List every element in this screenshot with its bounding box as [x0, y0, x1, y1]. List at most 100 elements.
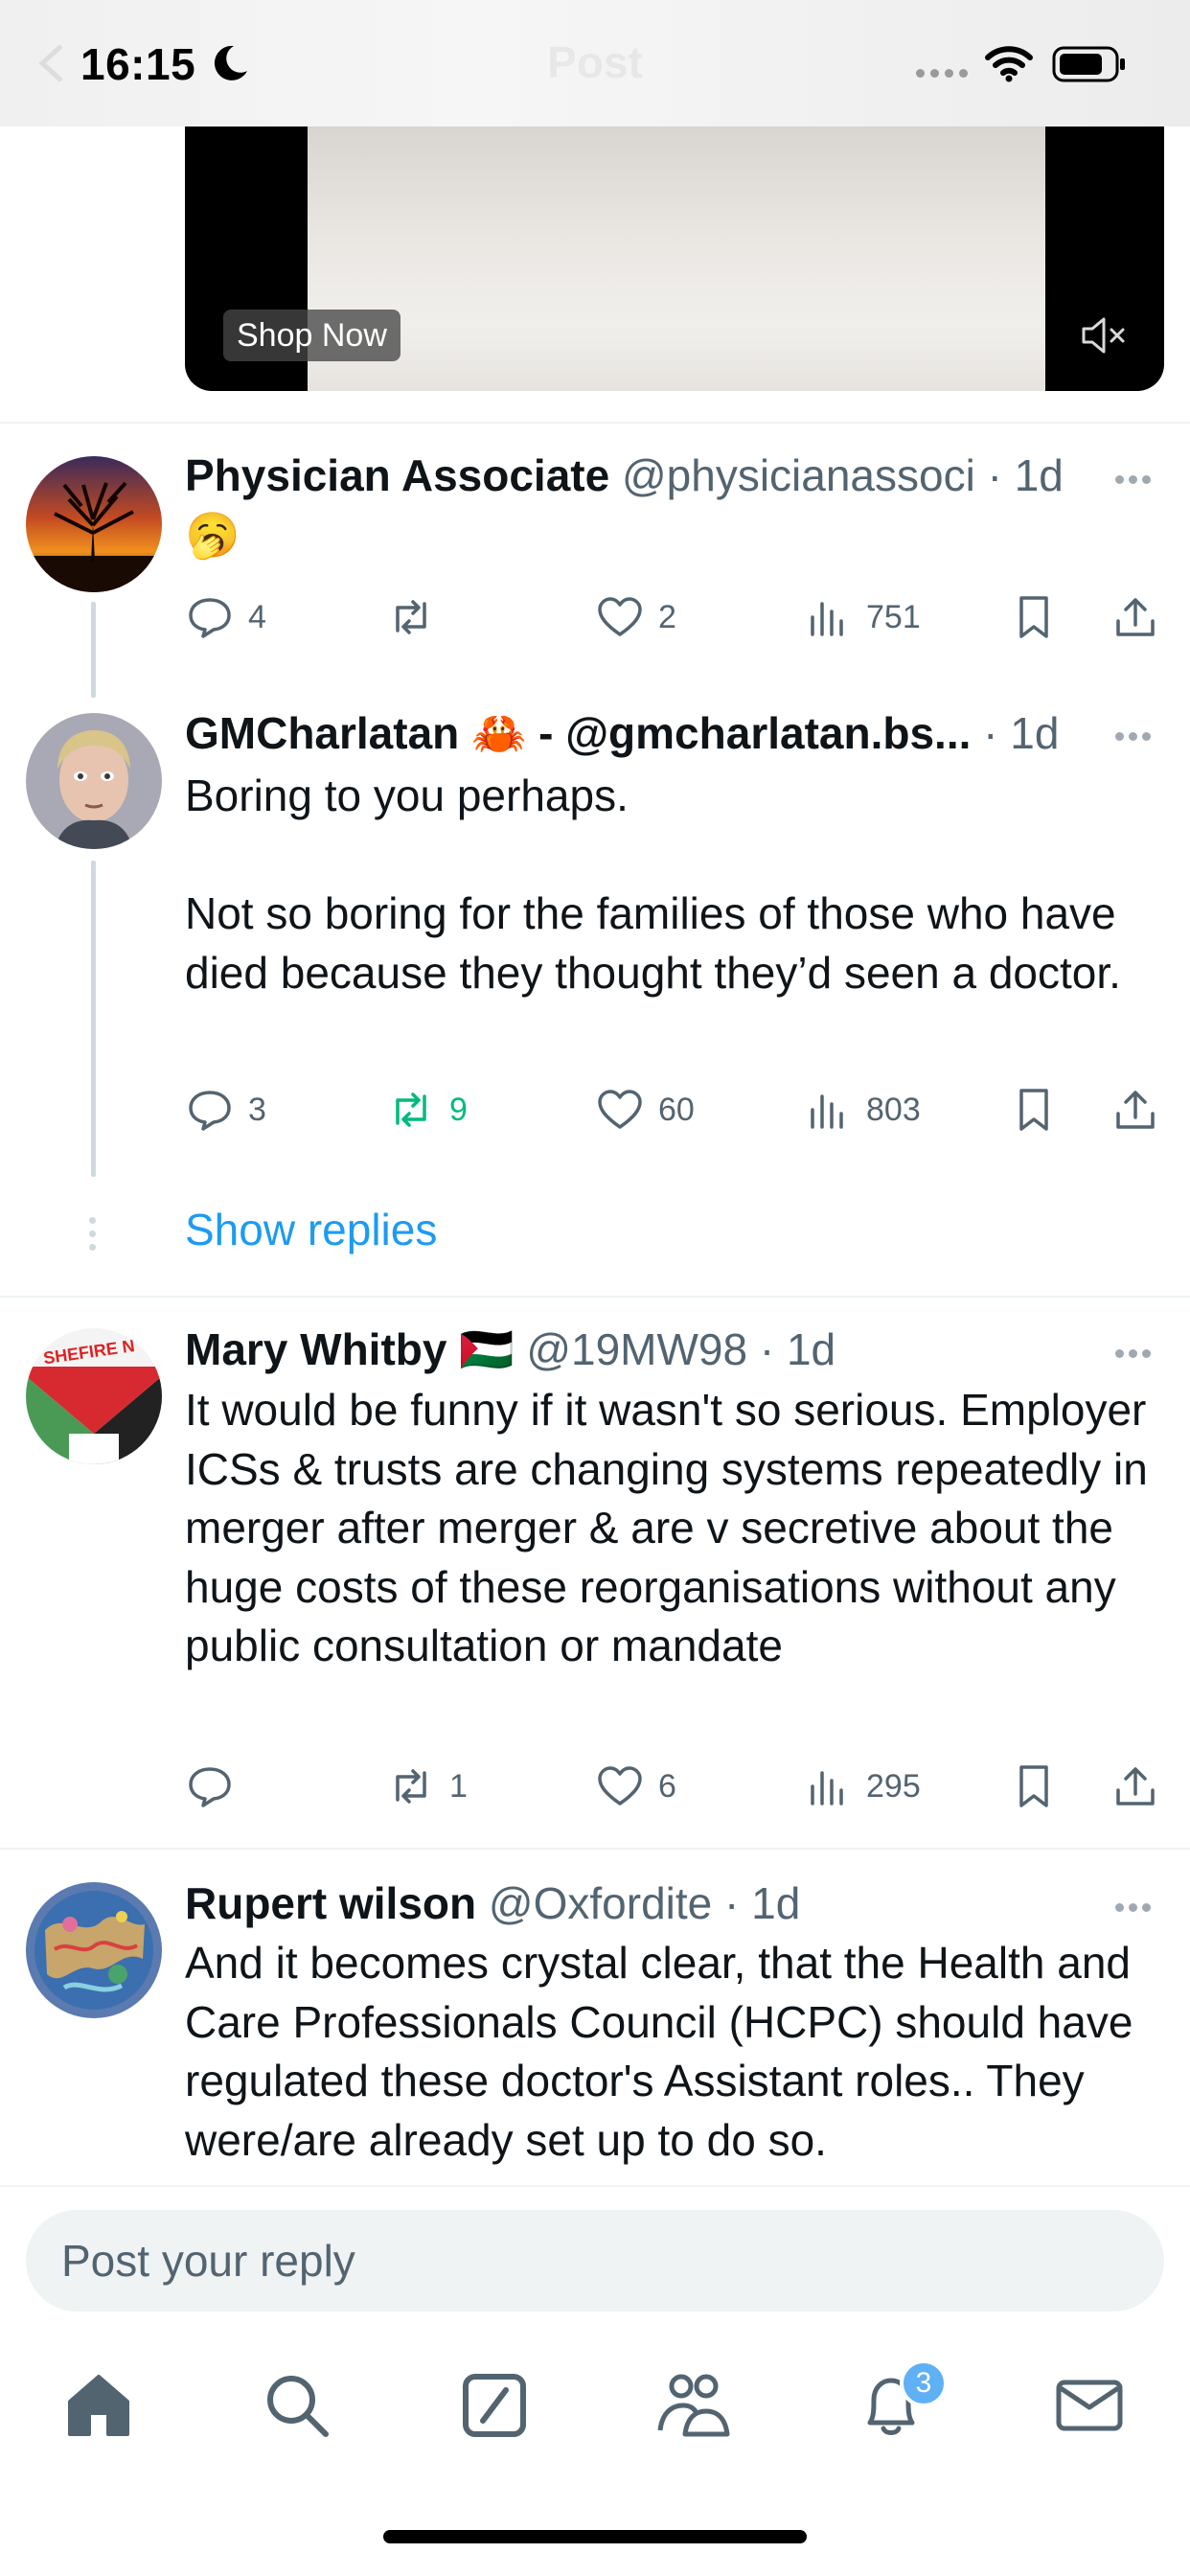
heart-icon	[598, 1766, 642, 1806]
divider	[0, 1848, 1190, 1850]
avatar[interactable]	[26, 456, 162, 592]
reply-button[interactable]	[185, 1758, 248, 1815]
compose-icon[interactable]	[456, 2367, 533, 2444]
tweet-actions: 1 6 295	[185, 1758, 1172, 1815]
thread-line	[91, 861, 96, 1177]
more-options-icon[interactable]	[1115, 1346, 1157, 1358]
share-icon	[1116, 1091, 1155, 1129]
display-name[interactable]: Rupert wilson	[185, 1878, 476, 1928]
tweet-header: Mary Whitby 🇵🇸 @19MW98 · 1d	[185, 1324, 836, 1374]
like-count: 60	[658, 1091, 695, 1128]
user-handle[interactable]: @Oxfordite	[489, 1878, 712, 1928]
promoted-video[interactable]: Shop Now	[185, 126, 1164, 391]
tweet-text: It would be funny if it wasn't so seriou…	[185, 1385, 1160, 1670]
share-icon	[1116, 1767, 1155, 1806]
repost-button[interactable]	[386, 588, 449, 646]
bookmark-icon	[1019, 596, 1048, 638]
views-button[interactable]: 751	[803, 588, 921, 646]
tweet-actions: 3 9 60 803	[185, 1081, 1172, 1138]
tab-bar	[0, 2338, 1190, 2463]
timestamp: 1d	[1010, 708, 1060, 758]
reply-count: 4	[248, 598, 266, 635]
reply-icon	[189, 1767, 231, 1807]
composer-divider	[0, 2185, 1190, 2187]
bookmark-button[interactable]	[1009, 588, 1072, 646]
heart-icon	[598, 1090, 642, 1129]
share-button[interactable]	[1110, 1758, 1174, 1815]
like-button[interactable]: 60	[595, 1081, 695, 1138]
home-indicator[interactable]	[383, 2530, 807, 2543]
show-replies-link[interactable]: Show replies	[185, 1204, 437, 1255]
bookmark-icon	[1019, 1089, 1048, 1131]
repost-count: 1	[449, 1767, 468, 1805]
thread-line	[91, 602, 96, 698]
communities-icon[interactable]	[654, 2367, 731, 2444]
avatar[interactable]	[26, 713, 162, 849]
view-count: 751	[866, 598, 921, 635]
bookmark-icon	[1019, 1765, 1048, 1807]
share-button[interactable]	[1110, 588, 1174, 646]
timestamp: 1d	[1014, 450, 1064, 500]
tweet-header: GMCharlatan 🦀 - @gmcharlatan.bs... · 1d	[185, 708, 1060, 758]
cellular-signal-icon	[916, 69, 968, 78]
tweet-header: Rupert wilson @Oxfordite · 1d	[185, 1878, 801, 1928]
heart-icon	[598, 597, 642, 636]
video-frame	[308, 126, 1045, 391]
shop-now-button[interactable]: Shop Now	[223, 310, 400, 361]
tweet-text: 🥱	[185, 510, 240, 560]
divider	[0, 422, 1190, 424]
reply-count: 3	[248, 1091, 266, 1128]
messages-icon[interactable]	[1051, 2367, 1128, 2444]
display-name[interactable]: Mary Whitby 🇵🇸	[185, 1324, 515, 1374]
tweet-text: Boring to you perhaps. Not so boring for…	[185, 770, 1121, 998]
status-bar: 16:15 Post	[0, 0, 1190, 126]
wifi-icon	[985, 46, 1033, 82]
more-options-icon[interactable]	[1115, 472, 1157, 484]
like-button[interactable]: 2	[595, 588, 676, 646]
user-handle[interactable]: @19MW98	[526, 1324, 747, 1374]
share-icon	[1116, 598, 1155, 636]
tweet-actions: 4 2 751	[185, 588, 1172, 646]
repost-button[interactable]: 9	[386, 1081, 468, 1138]
divider	[0, 1296, 1190, 1298]
view-count: 803	[866, 1091, 921, 1128]
views-button[interactable]: 295	[803, 1758, 921, 1815]
home-icon[interactable]	[60, 2367, 137, 2444]
display-name[interactable]: Physician Associate	[185, 450, 609, 500]
notifications-badge: 3	[900, 2359, 948, 2407]
share-button[interactable]	[1110, 1081, 1174, 1138]
view-count: 295	[866, 1767, 921, 1805]
user-handle[interactable]: @physicianassoci	[622, 450, 975, 500]
repost-button[interactable]: 1	[386, 1758, 468, 1815]
views-button[interactable]: 803	[803, 1081, 921, 1138]
tweet-text: And it becomes crystal clear, that the H…	[185, 1938, 1146, 2165]
like-count: 2	[658, 598, 676, 635]
reply-icon	[189, 1091, 231, 1131]
thread-continuation-dots	[89, 1217, 97, 1252]
like-count: 6	[658, 1767, 676, 1805]
more-options-icon[interactable]	[1115, 1899, 1157, 1912]
avatar[interactable]	[26, 1882, 162, 2018]
mute-icon[interactable]	[1080, 314, 1130, 356]
search-icon[interactable]	[259, 2367, 335, 2444]
repost-icon	[396, 1092, 426, 1127]
views-icon	[811, 1771, 843, 1806]
repost-count: 9	[449, 1091, 468, 1128]
views-icon	[811, 1094, 843, 1129]
bookmark-button[interactable]	[1009, 1758, 1072, 1815]
reply-input[interactable]: Post your reply	[26, 2210, 1164, 2312]
reply-button[interactable]: 3	[185, 1081, 266, 1138]
avatar[interactable]: SHEFIRE N	[26, 1328, 162, 1464]
repost-icon	[396, 600, 426, 634]
views-icon	[811, 602, 843, 636]
reply-button[interactable]: 4	[185, 588, 266, 646]
timestamp: 1d	[751, 1878, 801, 1928]
like-button[interactable]: 6	[595, 1758, 676, 1815]
battery-icon	[1052, 46, 1125, 82]
reply-icon	[189, 598, 231, 638]
display-name[interactable]: GMCharlatan 🦀 - @gmcharlatan.bs...	[185, 708, 971, 758]
bookmark-button[interactable]	[1009, 1081, 1072, 1138]
tweet-header: Physician Associate @physicianassoci · 1…	[185, 450, 1064, 500]
more-options-icon[interactable]	[1115, 728, 1157, 741]
timestamp: 1d	[786, 1324, 836, 1374]
